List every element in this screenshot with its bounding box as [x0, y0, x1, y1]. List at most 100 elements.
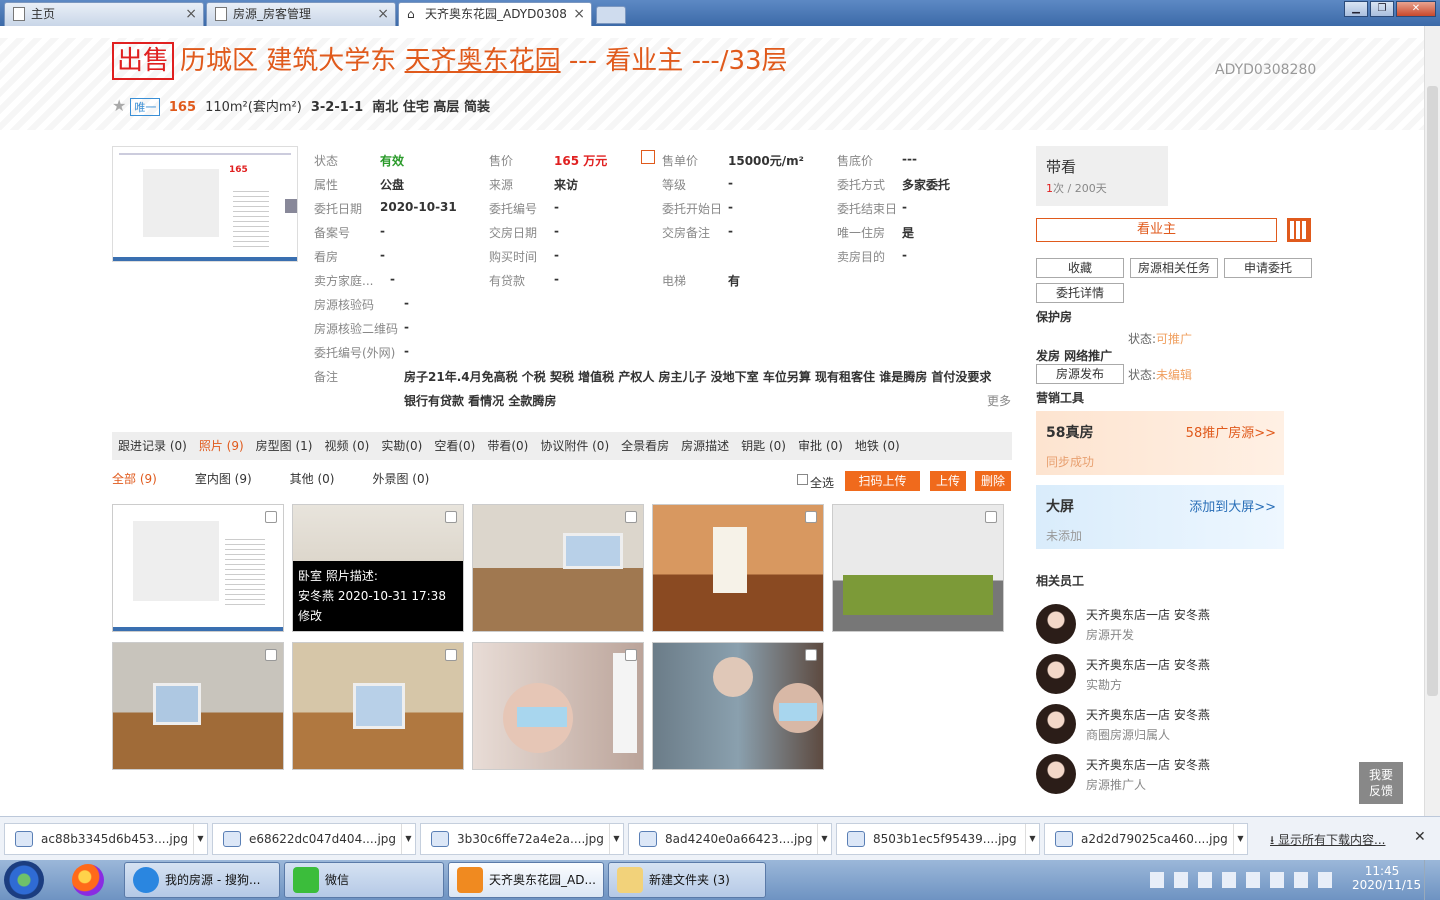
photo-item[interactable] [472, 504, 644, 632]
tab-attachments[interactable]: 协议附件 (0) [540, 439, 609, 453]
tab-visit[interactable]: 带看(0) [487, 439, 528, 453]
clock[interactable]: 11:45 2020/11/15 [1352, 864, 1421, 892]
chevron-down-icon[interactable]: ▼ [817, 824, 831, 854]
tab-floorplan[interactable]: 房型图 (1) [256, 439, 313, 453]
tab-follow[interactable]: 跟进记录 (0) [118, 439, 187, 453]
unique-badge: 唯一 [130, 98, 161, 116]
tab-current[interactable]: ⌂ 天齐奥东花园_ADYD0308 × [398, 2, 592, 27]
taskbar: 我的房源 - 搜狗... 微信 天齐奥东花园_AD... 新建文件夹 (3) 1… [0, 860, 1440, 900]
tab-empty-view[interactable]: 空看(0) [434, 439, 475, 453]
show-desktop-button[interactable] [1424, 860, 1440, 900]
chevron-down-icon[interactable]: ▼ [193, 824, 207, 854]
restore-button[interactable]: ❐ [1370, 1, 1394, 17]
related-task-button[interactable]: 房源相关任务 [1130, 258, 1218, 278]
tab-home[interactable]: 主页 × [4, 2, 204, 26]
home-icon: ⌂ [407, 3, 419, 21]
photo-item[interactable] [292, 642, 464, 770]
tab-subway[interactable]: 地铁 (0) [855, 439, 900, 453]
photo-item[interactable] [112, 642, 284, 770]
favorite-button[interactable]: 收藏 [1036, 258, 1124, 278]
photo-checkbox[interactable] [625, 649, 637, 661]
download-item[interactable]: a2d2d79025ca460....jpg ▼ [1044, 823, 1248, 855]
photo-checkbox[interactable] [805, 511, 817, 523]
download-item[interactable]: ac88b3345d6b453....jpg ▼ [4, 823, 208, 855]
card-big-screen[interactable]: 大屏 添加到大屏>> 未添加 [1036, 485, 1284, 549]
photo-checkbox[interactable] [265, 649, 277, 661]
download-item[interactable]: 3b30c6ffe72a4e2a....jpg ▼ [420, 823, 624, 855]
chevron-down-icon[interactable]: ▼ [609, 824, 623, 854]
close-icon[interactable]: × [185, 3, 197, 25]
photo-checkbox[interactable] [445, 649, 457, 661]
vertical-scrollbar[interactable] [1424, 26, 1440, 816]
photo-item[interactable]: 卧室 照片描述: 安冬燕 2020-10-31 17:38 修改 [292, 504, 464, 632]
publish-button[interactable]: 房源发布 [1036, 364, 1124, 384]
app-icon [457, 867, 483, 893]
listing-summary: ★ 唯一 165 110m²(套内m²) 3-2-1-1 南北 住宅 高层 简装 [112, 96, 490, 116]
calculator-icon[interactable] [641, 150, 655, 164]
download-item[interactable]: e68622dc047d404....jpg ▼ [212, 823, 416, 855]
card-58[interactable]: 58真房 58推广房源>> 同步成功 [1036, 411, 1284, 475]
download-bar: ac88b3345d6b453....jpg ▼ e68622dc047d404.… [0, 816, 1440, 860]
firefox-icon[interactable] [72, 864, 104, 896]
photo-checkbox[interactable] [805, 649, 817, 661]
photo-item[interactable] [832, 504, 1004, 632]
photo-item[interactable] [652, 504, 824, 632]
tab-video[interactable]: 视频 (0) [324, 439, 369, 453]
chevron-down-icon[interactable]: ▼ [1233, 824, 1247, 854]
taskbar-item-wechat[interactable]: 微信 [284, 862, 444, 898]
photo-checkbox[interactable] [985, 511, 997, 523]
taskbar-item-sogou[interactable]: 我的房源 - 搜狗... [124, 862, 280, 898]
start-button[interactable] [4, 861, 44, 899]
listing-thumbnail[interactable]: 165 [112, 146, 298, 262]
taskbar-item-browser[interactable]: 天齐奥东花园_AD... [448, 862, 604, 898]
close-icon[interactable]: ✕ [1414, 829, 1426, 845]
photo-checkbox[interactable] [625, 511, 637, 523]
photo-checkbox[interactable] [265, 511, 277, 523]
download-item[interactable]: 8ad4240e0a66423....jpg ▼ [628, 823, 832, 855]
tab-description[interactable]: 房源描述 [681, 439, 729, 453]
taskbar-item-folder[interactable]: 新建文件夹 (3) [608, 862, 766, 898]
photo-item[interactable] [112, 504, 284, 632]
photo-item[interactable] [652, 642, 824, 770]
star-icon[interactable]: ★ [112, 96, 126, 115]
tab-photos[interactable]: 照片 (9) [199, 439, 244, 453]
chevron-down-icon[interactable]: ▼ [1025, 824, 1039, 854]
tab-survey[interactable]: 实勘(0) [381, 439, 422, 453]
promote-58-link[interactable]: 58推广房源>> [1186, 422, 1276, 441]
estate-link[interactable]: 天齐奥东花园 [405, 46, 561, 76]
select-all-checkbox[interactable] [797, 474, 808, 485]
download-item[interactable]: 8503b1ec5f95439....jpg ▼ [836, 823, 1040, 855]
filter-all[interactable]: 全部 (9) [112, 472, 157, 486]
new-tab-button[interactable] [596, 6, 626, 24]
commission-detail-button[interactable]: 委托详情 [1036, 283, 1124, 303]
filter-outdoor[interactable]: 外景图 (0) [372, 472, 429, 486]
tab-keys[interactable]: 钥匙 (0) [741, 439, 786, 453]
close-icon[interactable]: × [377, 3, 389, 25]
qr-code-icon[interactable] [1287, 218, 1311, 242]
tab-listing-mgmt[interactable]: 房源_房客管理 × [206, 2, 396, 26]
image-file-icon [847, 831, 865, 847]
tab-panorama[interactable]: 全景看房 [621, 439, 669, 453]
filter-indoor[interactable]: 室内图 (9) [195, 472, 252, 486]
avatar [1036, 704, 1076, 744]
filter-other[interactable]: 其他 (0) [290, 472, 335, 486]
tray-icons[interactable] [1150, 872, 1340, 888]
photo-item[interactable] [472, 642, 644, 770]
edit-link[interactable]: 修改 [298, 606, 460, 626]
minimize-button[interactable]: ▁ [1344, 1, 1368, 17]
show-all-downloads-link[interactable]: ⭳ 显示所有下载内容... [1270, 831, 1385, 852]
more-link[interactable]: 更多 [987, 392, 1011, 409]
close-icon[interactable]: × [573, 3, 585, 25]
feedback-button[interactable]: 我要 反馈 [1359, 762, 1403, 804]
photo-checkbox[interactable] [445, 511, 457, 523]
chevron-down-icon[interactable]: ▼ [401, 824, 415, 854]
delete-button[interactable]: 删除 [975, 471, 1011, 491]
add-big-screen-link[interactable]: 添加到大屏>> [1189, 496, 1276, 515]
scan-upload-button[interactable]: 扫码上传 [845, 471, 920, 491]
listing-code: ADYD0308280 [1215, 62, 1317, 78]
upload-button[interactable]: 上传 [930, 471, 966, 491]
close-window-button[interactable]: ✕ [1396, 1, 1436, 17]
tab-approval[interactable]: 审批 (0) [798, 439, 843, 453]
apply-commission-button[interactable]: 申请委托 [1224, 258, 1312, 278]
view-owner-button[interactable]: 看业主 [1036, 218, 1277, 242]
